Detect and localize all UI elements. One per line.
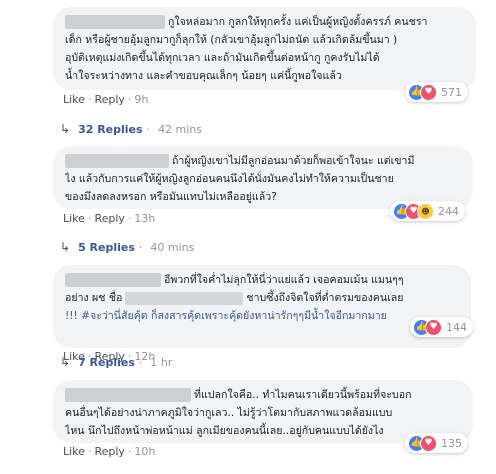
redacted-author-name[interactable] xyxy=(65,15,165,29)
comment-line: กูใจหล่อมาก กูลกให้ทุกครั้ง แค่เป็นผู้หญ… xyxy=(65,13,464,31)
love-reaction-icon: ♥ xyxy=(425,318,442,336)
comment-text: อีพวกที่ใจค่ำไม่ลุกให้นี่ว่าแย่แล้ว เจอค… xyxy=(164,274,404,286)
timestamp[interactable]: 10h xyxy=(134,445,155,458)
comment-line: อย่าง ผช ชื่อ ชาบซึ้งถึงจิตใจที่ต่ำตรมของ… xyxy=(65,289,459,307)
like-link[interactable]: Like xyxy=(63,93,85,106)
reaction-summary[interactable]: 👍 ♥ 144 xyxy=(410,317,473,337)
comment-text: กูใจหล่อมาก กูลกให้ทุกครั้ง แค่เป็นผู้หญ… xyxy=(168,16,428,28)
comment-line: เด็ก หรือผู้ชายอุ้มลูกมากูก็ลุกให้ (กลัว… xyxy=(65,34,398,46)
comment-actions: Like · Reply · 9h xyxy=(63,93,149,106)
reaction-summary[interactable]: 👍 ♥ ☻ 244 xyxy=(390,201,465,221)
replies-time: 42 mins xyxy=(158,122,203,136)
comment-text: ที่แปลกใจคือ.. ทำไมคนเราเดียวนี้พร้อมที่… xyxy=(194,389,412,401)
view-replies[interactable]: ↳ 5 Replies · 40 mins xyxy=(60,240,194,254)
timestamp[interactable]: 9h xyxy=(134,93,148,106)
redacted-author-name[interactable] xyxy=(65,154,169,168)
comment-text: ถ้าผู้หญิงเขาไม่มีลูกอ่อนมาด้วยก็พอเข้าใ… xyxy=(172,155,415,167)
comment-line: ไง แล้วกับการแค่ให้ผู้หญิงลูกอ่อนคนนึงได… xyxy=(65,173,394,185)
comment-line: น้ำใจระหว่างทาง และคำขอบคุณเล็กๆ น้อยๆ แ… xyxy=(65,70,342,82)
redacted-mention[interactable] xyxy=(125,291,244,305)
reaction-count: 135 xyxy=(441,436,462,450)
reply-link[interactable]: Reply xyxy=(94,93,124,106)
reply-arrow-icon: ↳ xyxy=(60,240,71,254)
timestamp[interactable]: 13h xyxy=(134,212,155,225)
comment-bubble: ถ้าผู้หญิงเขาไม่มีลูกอ่อนมาด้วยก็พอเข้าใ… xyxy=(53,146,473,209)
like-link[interactable]: Like xyxy=(63,212,85,225)
love-reaction-icon: ♥ xyxy=(420,434,437,452)
comment-line: !!! #จะว่านี่สัยคุ้ด ก็สงสารคุ้ดเพราะคุ้… xyxy=(65,307,459,325)
comment-line: อีพวกที่ใจค่ำไม่ลุกให้นี่ว่าแย่แล้ว เจอค… xyxy=(65,271,459,289)
comment-text: ชาบซึ้งถึงจิตใจที่ต่ำตรมของคนเลย xyxy=(246,292,404,304)
view-replies[interactable]: ↳ 32 Replies · 42 mins xyxy=(60,122,202,136)
comment-line: อุบัติเหตุแม่งเกิดขึ้นได้ทุกเวลา และถ้าม… xyxy=(65,52,380,64)
comment-line: ถ้าผู้หญิงเขาไม่มีลูกอ่อนมาด้วยก็พอเข้าใ… xyxy=(65,152,461,170)
comment-actions: Like · Reply · 13h xyxy=(63,212,156,225)
reaction-summary[interactable]: 👍 ♥ 571 xyxy=(405,82,468,102)
comment-text[interactable]: !!! #จะว่านี่สัยคุ้ด ก็สงสารคุ้ดเพราะคุ้… xyxy=(65,310,387,322)
like-link[interactable]: Like xyxy=(63,445,85,458)
comment-line: ไหน นึกไปถึงหน้าพ่อหน้าแม่ ลูกเมียของคนน… xyxy=(65,425,384,437)
reaction-summary[interactable]: 👍 ♥ 135 xyxy=(405,433,468,453)
comment-actions: Like · Reply · 10h xyxy=(63,445,156,458)
comment-bubble: กูใจหล่อมาก กูลกให้ทุกครั้ง แค่เป็นผู้หญ… xyxy=(53,7,476,90)
comment-line: ที่แปลกใจคือ.. ทำไมคนเราเดียวนี้พร้อมที่… xyxy=(65,386,461,404)
replies-count-link[interactable]: 5 Replies xyxy=(78,241,135,254)
reply-arrow-icon: ↳ xyxy=(60,355,71,369)
reply-arrow-icon: ↳ xyxy=(60,122,71,136)
comment-bubble: อีพวกที่ใจค่ำไม่ลุกให้นี่ว่าแย่แล้ว เจอค… xyxy=(53,265,471,348)
reaction-count: 244 xyxy=(438,204,459,218)
redacted-author-name[interactable] xyxy=(65,273,161,287)
comment-line: คนอื่นๆได้อย่างน่าภาคภูมิใจว่ากูเลว.. ไม… xyxy=(65,407,393,419)
reply-link[interactable]: Reply xyxy=(94,445,124,458)
view-replies[interactable]: ↳ 7 Replies · 1 hr xyxy=(60,355,172,369)
reply-link[interactable]: Reply xyxy=(94,212,124,225)
comment-text: อย่าง ผช ชื่อ xyxy=(65,292,123,304)
love-reaction-icon: ♥ xyxy=(420,83,437,101)
replies-count-link[interactable]: 7 Replies xyxy=(78,356,135,369)
replies-time: 40 mins xyxy=(150,240,195,254)
reaction-count: 144 xyxy=(446,320,467,334)
redacted-author-name[interactable] xyxy=(65,388,191,402)
reaction-count: 571 xyxy=(441,85,462,99)
replies-time: 1 hr xyxy=(150,355,173,369)
haha-reaction-icon: ☻ xyxy=(417,202,434,220)
replies-count-link[interactable]: 32 Replies xyxy=(78,123,143,136)
